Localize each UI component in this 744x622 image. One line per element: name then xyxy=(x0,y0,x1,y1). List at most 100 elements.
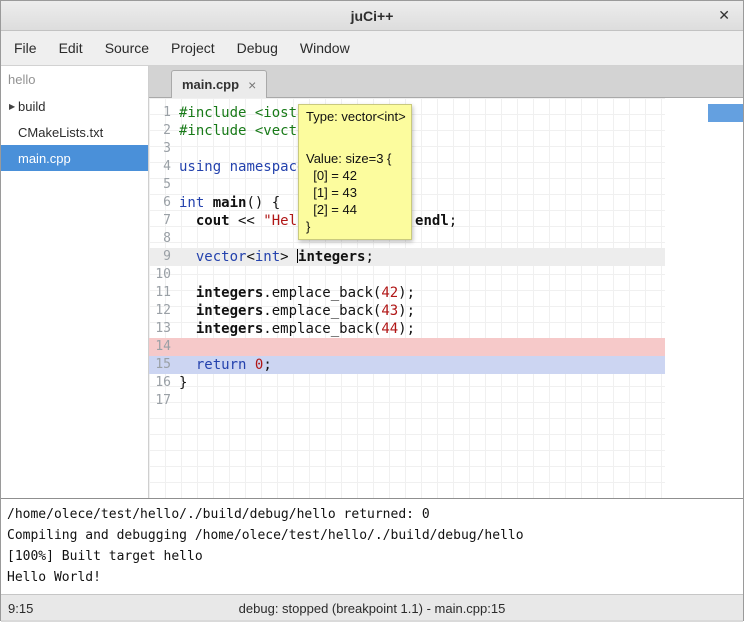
code-line-10[interactable]: 10 xyxy=(149,266,665,284)
tree-item-main-cpp[interactable]: main.cpp xyxy=(1,145,148,171)
line-number[interactable]: 1 xyxy=(149,104,171,122)
code-segment xyxy=(179,303,196,319)
code-text: vector<int> integers; xyxy=(179,248,374,266)
code-text: int main() { xyxy=(179,194,280,212)
tooltip-value-line: Value: size=3 { xyxy=(306,150,404,167)
code-segment xyxy=(221,159,229,175)
menu-source[interactable]: Source xyxy=(94,31,160,65)
line-number[interactable]: 10 xyxy=(149,266,171,284)
code-line-12[interactable]: 12 integers.emplace_back(43); xyxy=(149,302,665,320)
file-tree: ▶build CMakeLists.txt main.cpp xyxy=(1,93,148,171)
code-text: integers.emplace_back(44); xyxy=(179,320,415,338)
code-segment xyxy=(179,321,196,337)
code-segment: ); xyxy=(398,303,415,319)
tab-main-cpp[interactable]: main.cpp × xyxy=(171,70,267,98)
line-number[interactable]: 3 xyxy=(149,140,171,158)
code-segment: 44 xyxy=(381,321,398,337)
code-segment xyxy=(179,213,196,229)
code-line-9[interactable]: 9 vector<int> integers; xyxy=(149,248,665,266)
tooltip-type-line: Type: vector<int> xyxy=(306,108,404,126)
code-segment xyxy=(246,105,254,121)
code-line-14[interactable]: 14 xyxy=(149,338,665,356)
code-segment: cout xyxy=(196,213,230,229)
window-title: juCi++ xyxy=(351,8,394,24)
tab-close-icon[interactable]: × xyxy=(248,77,256,93)
code-line-11[interactable]: 11 integers.emplace_back(42); xyxy=(149,284,665,302)
code-segment xyxy=(179,285,196,301)
code-segment xyxy=(204,195,212,211)
tooltip-value-line: [2] = 44 xyxy=(306,201,404,218)
titlebar[interactable]: juCi++ ✕ xyxy=(1,1,743,31)
line-number[interactable]: 9 xyxy=(149,248,171,266)
code-line-17[interactable]: 17 xyxy=(149,392,665,410)
tree-item-label: CMakeLists.txt xyxy=(18,125,103,140)
code-line-16[interactable]: 16} xyxy=(149,374,665,392)
output-line: Compiling and debugging /home/olece/test… xyxy=(7,525,737,546)
tooltip-value-line: [1] = 43 xyxy=(306,184,404,201)
code-text: return 0; xyxy=(179,356,272,374)
line-number[interactable]: 13 xyxy=(149,320,171,338)
tooltip-value-line: [0] = 42 xyxy=(306,167,404,184)
expand-arrow-icon[interactable]: ▶ xyxy=(1,102,18,111)
editor-column: main.cpp × 1#include <iostream>2#include… xyxy=(149,66,743,498)
tree-item-label: main.cpp xyxy=(18,151,71,166)
line-number[interactable]: 11 xyxy=(149,284,171,302)
tooltip-value-block: Value: size=3 { [0] = 42 [1] = 43 [2] = … xyxy=(306,150,404,235)
tree-item-cmakelists-txt[interactable]: CMakeLists.txt xyxy=(1,119,148,145)
line-number[interactable]: 14 xyxy=(149,338,171,356)
code-segment: .emplace_back( xyxy=(263,321,381,337)
code-segment: integers xyxy=(196,303,263,319)
line-number[interactable]: 17 xyxy=(149,392,171,410)
menu-window[interactable]: Window xyxy=(289,31,361,65)
menu-project[interactable]: Project xyxy=(160,31,226,65)
code-segment xyxy=(246,123,254,139)
tree-item-build[interactable]: ▶build xyxy=(1,93,148,119)
code-segment xyxy=(179,249,196,265)
code-segment: 43 xyxy=(381,303,398,319)
code-segment: endl xyxy=(415,213,449,229)
code-segment: return xyxy=(196,357,247,373)
file-tree-panel: hello ▶buildCMakeLists.txtmain.cpp xyxy=(1,66,149,498)
code-editor[interactable]: 1#include <iostream>2#include <vector>34… xyxy=(149,98,743,498)
code-segment: .emplace_back( xyxy=(263,285,381,301)
code-segment: integers xyxy=(196,321,263,337)
line-number[interactable]: 8 xyxy=(149,230,171,248)
output-line: Hello World! xyxy=(7,567,737,588)
code-segment: integers xyxy=(298,249,365,265)
code-segment: int xyxy=(255,249,280,265)
menu-edit[interactable]: Edit xyxy=(48,31,94,65)
menu-debug[interactable]: Debug xyxy=(226,31,289,65)
code-segment xyxy=(246,357,254,373)
status-cursor-position: 9:15 xyxy=(1,601,33,616)
code-segment: #include xyxy=(179,123,246,139)
code-segment: ); xyxy=(398,285,415,301)
tab-label: main.cpp xyxy=(182,77,239,92)
code-line-13[interactable]: 13 integers.emplace_back(44); xyxy=(149,320,665,338)
code-segment: ; xyxy=(449,213,457,229)
line-number[interactable]: 5 xyxy=(149,176,171,194)
scrollbar-thumb[interactable] xyxy=(708,104,743,122)
line-number[interactable]: 4 xyxy=(149,158,171,176)
code-text: integers.emplace_back(43); xyxy=(179,302,415,320)
code-segment: 42 xyxy=(381,285,398,301)
line-number[interactable]: 15 xyxy=(149,356,171,374)
code-segment: main xyxy=(213,195,247,211)
statusbar: 9:15 debug: stopped (breakpoint 1.1) - m… xyxy=(1,594,743,622)
line-number[interactable]: 12 xyxy=(149,302,171,320)
line-number[interactable]: 7 xyxy=(149,212,171,230)
code-segment: } xyxy=(179,375,187,391)
code-text: } xyxy=(179,374,187,392)
menu-file[interactable]: File xyxy=(3,31,48,65)
code-segment: ; xyxy=(365,249,373,265)
code-segment: < xyxy=(246,249,254,265)
status-message: debug: stopped (breakpoint 1.1) - main.c… xyxy=(239,601,506,616)
line-number[interactable]: 16 xyxy=(149,374,171,392)
output-terminal[interactable]: /home/olece/test/hello/./build/debug/hel… xyxy=(1,498,743,594)
code-segment xyxy=(179,357,196,373)
line-number[interactable]: 2 xyxy=(149,122,171,140)
close-icon[interactable]: ✕ xyxy=(718,1,730,30)
code-segment: ; xyxy=(263,357,271,373)
line-number[interactable]: 6 xyxy=(149,194,171,212)
code-line-15[interactable]: 15 return 0; xyxy=(149,356,665,374)
code-text: integers.emplace_back(42); xyxy=(179,284,415,302)
